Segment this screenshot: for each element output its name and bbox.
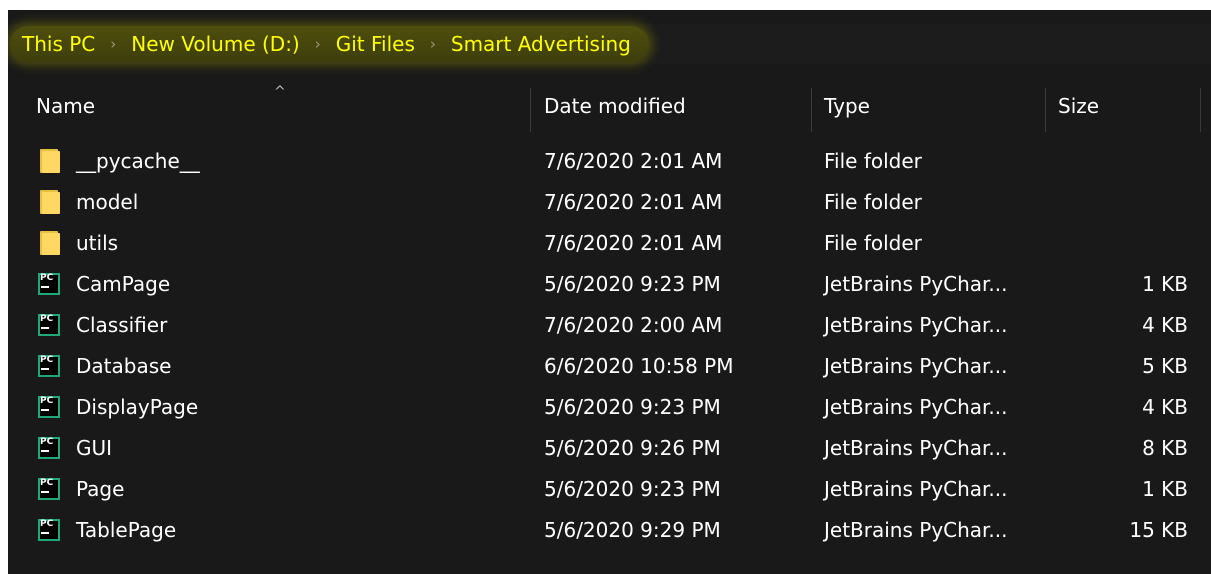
column-divider[interactable] [1200, 88, 1201, 132]
file-name-cell: __pycache__ [36, 140, 200, 181]
file-type: JetBrains PyChar... [824, 476, 1008, 501]
file-list: __pycache__ 7/6/2020 2:01 AM File folder… [8, 140, 1211, 550]
file-name: GUI [76, 435, 113, 460]
pycharm-file-icon: PC [36, 270, 64, 298]
chevron-right-icon[interactable]: › [315, 35, 321, 53]
column-divider[interactable] [1045, 88, 1046, 132]
file-explorer-window: This PC › New Volume (D:) › Git Files › … [8, 10, 1211, 574]
column-header-date-modified[interactable]: Date modified [544, 82, 686, 130]
file-date: 5/6/2020 9:23 PM [544, 394, 721, 419]
column-header-name[interactable]: Name [36, 82, 95, 130]
file-name-cell: PC DisplayPage [36, 386, 198, 427]
file-name-cell: utils [36, 222, 118, 263]
file-name-cell: PC GUI [36, 427, 112, 468]
breadcrumb-this-pc[interactable]: This PC [22, 32, 95, 56]
file-type: JetBrains PyChar... [824, 517, 1008, 542]
file-date: 7/6/2020 2:00 AM [544, 312, 723, 337]
file-name: utils [76, 230, 119, 255]
file-name-cell: PC TablePage [36, 509, 176, 550]
pycharm-file-icon: PC [36, 516, 64, 544]
file-row-gui[interactable]: PC GUI 5/6/2020 9:26 PM JetBrains PyChar… [8, 427, 1211, 468]
file-row-displaypage[interactable]: PC DisplayPage 5/6/2020 9:23 PM JetBrain… [8, 386, 1211, 427]
file-name: TablePage [76, 517, 177, 542]
file-size: 8 KB [1142, 435, 1188, 460]
file-size: 4 KB [1142, 394, 1188, 419]
file-date: 5/6/2020 9:23 PM [544, 476, 721, 501]
pycharm-file-icon: PC [36, 434, 64, 462]
file-row-page[interactable]: PC Page 5/6/2020 9:23 PM JetBrains PyCha… [8, 468, 1211, 509]
file-date: 7/6/2020 2:01 AM [544, 189, 723, 214]
file-date: 7/6/2020 2:01 AM [544, 148, 723, 173]
file-name: Database [76, 353, 172, 378]
file-name: Classifier [76, 312, 168, 337]
file-type: File folder [824, 148, 922, 173]
file-size: 15 KB [1129, 517, 1188, 542]
file-type: JetBrains PyChar... [824, 312, 1008, 337]
file-row-utils[interactable]: utils 7/6/2020 2:01 AM File folder [8, 222, 1211, 263]
column-header-row: Name Date modified Type Size [8, 82, 1211, 132]
folder-icon [36, 229, 64, 257]
file-row-classifier[interactable]: PC Classifier 7/6/2020 2:00 AM JetBrains… [8, 304, 1211, 345]
pycharm-file-icon: PC [36, 352, 64, 380]
column-divider[interactable] [811, 88, 812, 132]
file-type: JetBrains PyChar... [824, 394, 1008, 419]
chevron-right-icon[interactable]: › [430, 35, 436, 53]
chevron-right-icon[interactable]: › [110, 35, 116, 53]
file-size: 4 KB [1142, 312, 1188, 337]
file-name-cell: PC CamPage [36, 263, 170, 304]
folder-icon [36, 188, 64, 216]
file-name: model [76, 189, 139, 214]
file-date: 5/6/2020 9:29 PM [544, 517, 721, 542]
file-row-tablepage[interactable]: PC TablePage 5/6/2020 9:29 PM JetBrains … [8, 509, 1211, 550]
file-date: 7/6/2020 2:01 AM [544, 230, 723, 255]
file-name: __pycache__ [76, 148, 200, 173]
folder-icon [36, 147, 64, 175]
file-row-campage[interactable]: PC CamPage 5/6/2020 9:23 PM JetBrains Py… [8, 263, 1211, 304]
file-date: 6/6/2020 10:58 PM [544, 353, 734, 378]
file-type: JetBrains PyChar... [824, 271, 1008, 296]
file-name-cell: PC Page [36, 468, 124, 509]
pycharm-file-icon: PC [36, 475, 64, 503]
file-row-model[interactable]: model 7/6/2020 2:01 AM File folder [8, 181, 1211, 222]
file-date: 5/6/2020 9:26 PM [544, 435, 721, 460]
file-size: 1 KB [1142, 476, 1188, 501]
file-name: Page [76, 476, 125, 501]
file-name: CamPage [76, 271, 171, 296]
pycharm-file-icon: PC [36, 393, 64, 421]
file-type: File folder [824, 189, 922, 214]
file-type: File folder [824, 230, 922, 255]
file-name: DisplayPage [76, 394, 199, 419]
file-size: 1 KB [1142, 271, 1188, 296]
file-name-cell: PC Classifier [36, 304, 167, 345]
file-name-cell: PC Database [36, 345, 171, 386]
column-header-size[interactable]: Size [1058, 82, 1099, 130]
breadcrumb-git-files[interactable]: Git Files [336, 32, 415, 56]
file-type: JetBrains PyChar... [824, 435, 1008, 460]
pycharm-file-icon: PC [36, 311, 64, 339]
breadcrumb-smart-advertising[interactable]: Smart Advertising [451, 32, 631, 56]
file-date: 5/6/2020 9:23 PM [544, 271, 721, 296]
column-divider[interactable] [530, 88, 531, 132]
breadcrumb: This PC › New Volume (D:) › Git Files › … [10, 26, 649, 62]
breadcrumb-new-volume[interactable]: New Volume (D:) [131, 32, 299, 56]
file-size: 5 KB [1142, 353, 1188, 378]
file-name-cell: model [36, 181, 138, 222]
column-header-type[interactable]: Type [824, 82, 870, 130]
file-row-pycache[interactable]: __pycache__ 7/6/2020 2:01 AM File folder [8, 140, 1211, 181]
file-type: JetBrains PyChar... [824, 353, 1008, 378]
address-bar[interactable]: This PC › New Volume (D:) › Git Files › … [8, 24, 1211, 64]
file-row-database[interactable]: PC Database 6/6/2020 10:58 PM JetBrains … [8, 345, 1211, 386]
